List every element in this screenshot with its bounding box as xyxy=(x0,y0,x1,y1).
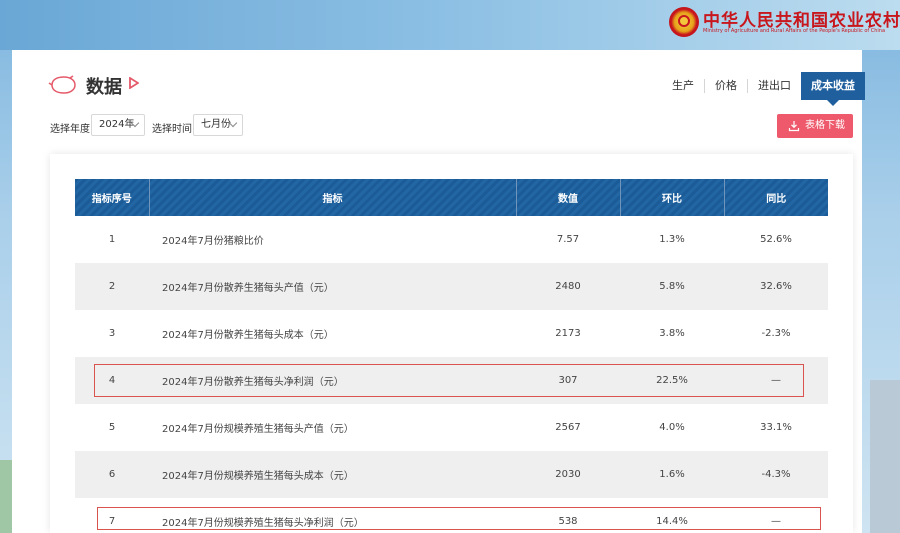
table-row: 1 2024年7月份猪粮比价 7.57 1.3% 52.6% xyxy=(75,216,828,263)
header-mom: 环比 xyxy=(620,179,725,216)
tab-import-export[interactable]: 进出口 xyxy=(748,72,801,100)
cell-yoy: 52.6% xyxy=(760,234,792,245)
ministry-name-en: Ministry of Agriculture and Rural Affair… xyxy=(703,28,886,34)
cell-mom: 5.8% xyxy=(620,263,724,310)
table-header-row: 指标序号 指标 数值 环比 同比 xyxy=(75,179,828,216)
page-title: 数据 xyxy=(86,77,122,98)
month-select[interactable]: 七月份 xyxy=(193,114,243,136)
header-value: 数值 xyxy=(516,179,621,216)
cell-index: 6 xyxy=(75,451,149,498)
table-row: 5 2024年7月份规模养殖生猪每头产值（元） 2567 4.0% 33.1% xyxy=(75,404,828,451)
tab-production[interactable]: 生产 xyxy=(662,72,704,100)
cell-yoy: -4.3% xyxy=(724,451,828,498)
table-row: 6 2024年7月份规模养殖生猪每头成本（元） 2030 1.6% -4.3% xyxy=(75,451,828,498)
cell-index: 3 xyxy=(108,328,116,339)
cell-index: 5 xyxy=(108,422,116,433)
cell-value: 7.57 xyxy=(556,234,580,245)
cell-value: 2173 xyxy=(555,328,581,339)
cell-mom: 1.3% xyxy=(659,234,685,245)
data-table: 指标序号 指标 数值 环比 同比 1 2024年7月份猪粮比价 7.57 1.3… xyxy=(75,179,828,533)
category-tabs: 生产 价格 进出口 成本收益 xyxy=(662,72,865,106)
national-emblem-icon[interactable] xyxy=(669,7,699,37)
year-select[interactable]: 2024年 xyxy=(91,114,145,136)
download-button-label: 表格下载 xyxy=(805,120,845,131)
table-row: 2 2024年7月份散养生猪每头产值（元） 2480 5.8% 32.6% xyxy=(75,263,828,310)
highlight-box-row-7 xyxy=(97,507,821,530)
cell-yoy: -2.3% xyxy=(761,328,791,339)
cell-index: 2 xyxy=(75,263,149,310)
tab-cost-benefit[interactable]: 成本收益 xyxy=(801,72,865,106)
header-yoy: 同比 xyxy=(724,179,828,216)
table-row: 3 2024年7月份散养生猪每头成本（元） 2173 3.8% -2.3% xyxy=(75,310,828,357)
year-select-value: 2024年 xyxy=(99,119,135,130)
tab-price[interactable]: 价格 xyxy=(705,72,747,100)
background-scenery-right xyxy=(870,380,900,533)
cell-indicator: 2024年7月份规模养殖生猪每头产值（元） xyxy=(162,424,354,435)
header-index: 指标序号 xyxy=(75,179,150,216)
cell-mom: 3.8% xyxy=(659,328,685,339)
cell-value: 2480 xyxy=(516,263,620,310)
pig-outline-icon xyxy=(48,75,76,94)
header-indicator: 指标 xyxy=(149,179,517,216)
cell-indicator: 2024年7月份规模养殖生猪每头成本（元） xyxy=(149,451,516,498)
cell-value: 2567 xyxy=(555,422,581,433)
cell-mom: 1.6% xyxy=(620,451,724,498)
download-table-button[interactable]: 表格下载 xyxy=(777,114,853,138)
play-arrow-icon xyxy=(129,77,139,89)
cell-yoy: 33.1% xyxy=(760,422,792,433)
highlight-box-row-4 xyxy=(94,364,804,397)
cell-indicator: 2024年7月份猪粮比价 xyxy=(162,236,264,247)
download-icon xyxy=(788,121,800,132)
cell-value: 2030 xyxy=(516,451,620,498)
cell-indicator: 2024年7月份散养生猪每头产值（元） xyxy=(149,263,516,310)
cell-mom: 4.0% xyxy=(659,422,685,433)
month-select-value: 七月份 xyxy=(201,119,231,130)
cell-index: 1 xyxy=(108,234,116,245)
cell-indicator: 2024年7月份散养生猪每头成本（元） xyxy=(162,330,334,341)
cell-yoy: 32.6% xyxy=(724,263,828,310)
